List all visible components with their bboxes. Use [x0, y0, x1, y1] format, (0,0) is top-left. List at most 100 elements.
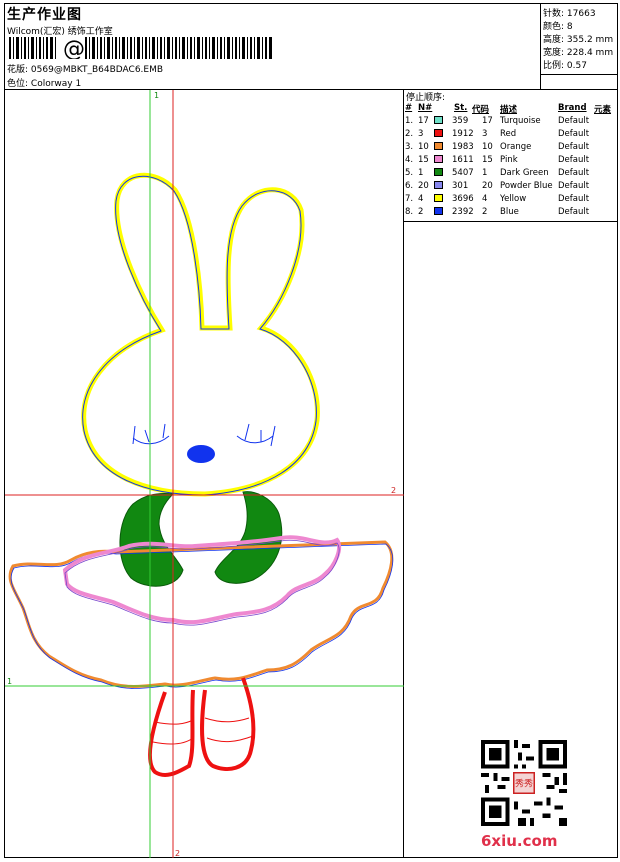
production-sheet: 生产作业图 Wilcom(汇宏) 绣饰工作室 @ 花版: 0569@MBKT_B…: [4, 3, 618, 858]
color-stop-row: 3. 10 1983 10 Orange Default: [404, 142, 618, 155]
row-n: 2: [418, 207, 424, 217]
rabbit-nose: [187, 445, 215, 463]
row-n: 15: [418, 155, 429, 165]
color-swatch: [434, 142, 443, 150]
color-swatch: [434, 207, 443, 215]
row-n: 1: [418, 168, 424, 178]
row-st: 1611: [452, 155, 474, 165]
color-swatch: [434, 181, 443, 189]
company-name: Wilcom(汇宏) 绣饰工作室: [7, 27, 113, 37]
horizontal-guide-2-label: 2: [391, 486, 396, 495]
row-st: 1912: [452, 129, 474, 139]
rabbit-right-eye: [236, 423, 276, 447]
row-brand: Default: [558, 116, 590, 126]
row-desc: Powder Blue: [500, 181, 553, 191]
col-header-description: 描述: [500, 105, 518, 115]
row-brand: Default: [558, 129, 590, 139]
row-n: 3: [418, 129, 424, 139]
row-code: 17: [482, 116, 493, 126]
design-height: 高度: 355.2 mm: [543, 35, 614, 45]
stop-sequence-panel: 停止顺序: # N# St. 代码 描述 Brand 元素 1. 17 359 17 T…: [404, 90, 618, 222]
colorway-line: 色位: Colorway 1: [7, 76, 81, 89]
row-brand: Default: [558, 155, 590, 165]
row-st: 301: [452, 181, 469, 191]
row-brand: Default: [558, 207, 590, 217]
row-idx: 3.: [405, 142, 414, 152]
row-brand: Default: [558, 194, 590, 204]
row-idx: 6.: [405, 181, 414, 191]
design-canvas: 1 2 2 1: [5, 90, 404, 858]
barcode-at-symbol: @: [63, 37, 85, 59]
color-swatch: [434, 116, 443, 124]
color-stop-row: 4. 15 1611 15 Pink Default: [404, 155, 618, 168]
col-header-element: 元素: [594, 105, 612, 115]
row-desc: Blue: [500, 207, 519, 217]
color-stop-row: 2. 3 1912 3 Red Default: [404, 129, 618, 142]
stitch-count: 针数: 17663: [543, 9, 596, 19]
design-label: 花版:: [7, 65, 29, 75]
colorway-label: 色位:: [7, 79, 29, 89]
row-code: 2: [482, 207, 488, 217]
row-desc: Orange: [500, 142, 532, 152]
row-desc: Pink: [500, 155, 518, 165]
rabbit-collar-left: [119, 493, 184, 587]
col-header-stitches: St.: [454, 103, 468, 113]
row-desc: Yellow: [500, 194, 527, 204]
stats-divider: [541, 74, 617, 90]
row-idx: 5.: [405, 168, 414, 178]
stop-sequence-title: 停止顺序:: [406, 93, 446, 103]
row-n: 4: [418, 194, 424, 204]
barcode: @: [9, 37, 272, 59]
color-swatch: [434, 155, 443, 163]
row-desc: Dark Green: [500, 168, 549, 178]
design-scale: 比例: 0.57: [543, 61, 587, 71]
qr-code: 秀秀: [481, 740, 567, 826]
row-st: 5407: [452, 168, 474, 178]
row-code: 3: [482, 129, 488, 139]
row-idx: 1.: [405, 116, 414, 126]
col-header-code: 代码: [472, 105, 490, 115]
color-stop-row: 5. 1 5407 1 Dark Green Default: [404, 168, 618, 181]
row-code: 15: [482, 155, 493, 165]
color-stop-row: 8. 2 2392 2 Blue Default: [404, 207, 618, 220]
color-swatch: [434, 168, 443, 176]
row-code: 10: [482, 142, 493, 152]
row-n: 10: [418, 142, 429, 152]
row-desc: Turquoise: [500, 116, 541, 126]
row-n: 17: [418, 116, 429, 126]
row-idx: 7.: [405, 194, 414, 204]
row-code: 20: [482, 181, 493, 191]
col-header-brand: Brand: [558, 103, 587, 113]
vertical-guide-1-label: 1: [154, 91, 159, 100]
row-brand: Default: [558, 181, 590, 191]
row-code: 4: [482, 194, 488, 204]
row-st: 1983: [452, 142, 474, 152]
row-st: 3696: [452, 194, 474, 204]
vertical-guide-2-label: 2: [175, 849, 180, 858]
colorway-value: Colorway 1: [30, 79, 82, 89]
header-block: 生产作业图 Wilcom(汇宏) 绣饰工作室 @ 花版: 0569@MBKT_B…: [5, 4, 541, 90]
row-st: 359: [452, 116, 469, 126]
color-stop-row: 7. 4 3696 4 Yellow Default: [404, 194, 618, 207]
design-filename: 0569@MBKT_B64BDAC6.EMB: [30, 65, 164, 75]
row-idx: 4.: [405, 155, 414, 165]
horizontal-guide-1-label: 1: [7, 677, 12, 686]
color-swatch: [434, 129, 443, 137]
design-line: 花版: 0569@MBKT_B64BDAC6.EMB: [7, 62, 163, 75]
row-brand: Default: [558, 142, 590, 152]
color-stop-row: 1. 17 359 17 Turquoise Default: [404, 116, 618, 129]
row-code: 1: [482, 168, 488, 178]
page-title: 生产作业图: [7, 7, 82, 23]
row-idx: 8.: [405, 207, 414, 217]
row-n: 20: [418, 181, 429, 191]
row-idx: 2.: [405, 129, 414, 139]
row-brand: Default: [558, 168, 590, 178]
col-header-needle: N#: [418, 103, 433, 113]
row-st: 2392: [452, 207, 474, 217]
rabbit-left-eye: [132, 423, 170, 445]
row-desc: Red: [500, 129, 517, 139]
color-count: 颜色: 8: [543, 22, 573, 32]
watermark: 6xiu.com: [481, 832, 558, 850]
qr-stamp-text: 秀秀: [515, 778, 533, 790]
rabbit-left-leg: [147, 689, 195, 777]
